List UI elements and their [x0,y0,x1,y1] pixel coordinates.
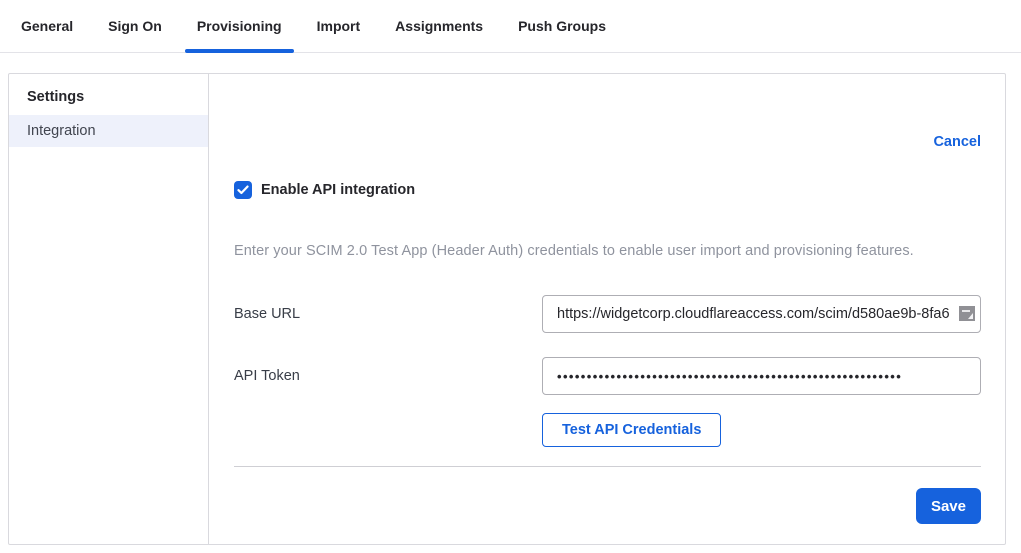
tab-general[interactable]: General [9,0,85,52]
footer-divider [234,466,981,467]
credentials-description: Enter your SCIM 2.0 Test App (Header Aut… [234,243,981,259]
base-url-row: Base URL [234,295,981,333]
test-api-credentials-button[interactable]: Test API Credentials [542,413,721,447]
sidebar-header: Settings [9,80,208,115]
app-tab-bar: General Sign On Provisioning Import Assi… [0,0,1021,53]
tab-assignments[interactable]: Assignments [383,0,495,52]
integration-settings-panel: Cancel Enable API integration Enter your… [209,74,1005,544]
tab-import[interactable]: Import [305,0,373,52]
api-token-label: API Token [234,368,542,384]
cancel-link[interactable]: Cancel [933,134,981,150]
base-url-input[interactable] [542,295,981,333]
save-row: Save [234,488,981,524]
sidebar-item-integration[interactable]: Integration [9,115,208,147]
enable-api-integration-row: Enable API integration [234,181,981,199]
base-url-input-wrap [542,295,981,333]
api-token-input-wrap [542,357,981,395]
base-url-label: Base URL [234,306,542,322]
tab-push-groups[interactable]: Push Groups [506,0,618,52]
cancel-row: Cancel [234,134,981,150]
api-token-input[interactable] [542,357,981,395]
enable-api-integration-checkbox[interactable] [234,181,252,199]
api-token-row: API Token [234,357,981,395]
checkmark-icon [237,185,249,195]
save-button[interactable]: Save [916,488,981,524]
enable-api-integration-label: Enable API integration [261,182,415,198]
provisioning-card: Settings Integration Cancel Enable API i… [8,73,1006,545]
tab-provisioning[interactable]: Provisioning [185,0,294,52]
settings-sidebar: Settings Integration [9,74,209,544]
tab-sign-on[interactable]: Sign On [96,0,174,52]
